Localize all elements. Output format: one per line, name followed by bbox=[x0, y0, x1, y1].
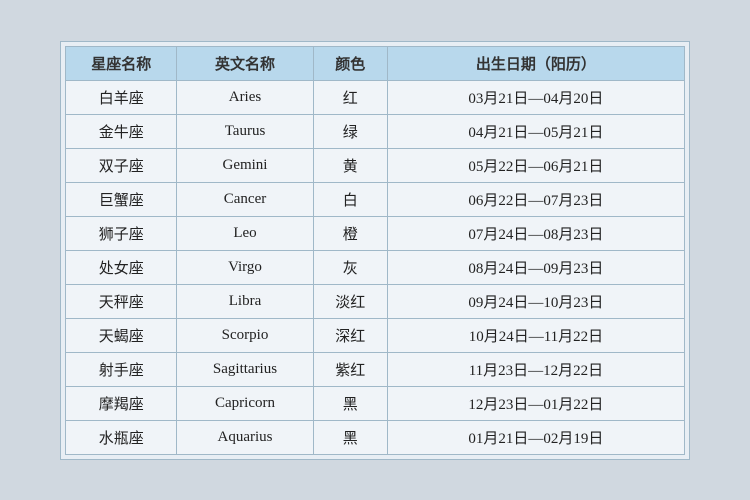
cell-zh-name: 巨蟹座 bbox=[66, 182, 177, 216]
cell-zh-name: 天蝎座 bbox=[66, 318, 177, 352]
table-row: 水瓶座Aquarius黑01月21日—02月19日 bbox=[66, 420, 685, 454]
table-row: 射手座Sagittarius紫红11月23日—12月22日 bbox=[66, 352, 685, 386]
table-row: 处女座Virgo灰08月24日—09月23日 bbox=[66, 250, 685, 284]
cell-date: 04月21日—05月21日 bbox=[387, 114, 684, 148]
cell-date: 10月24日—11月22日 bbox=[387, 318, 684, 352]
cell-date: 07月24日—08月23日 bbox=[387, 216, 684, 250]
cell-date: 06月22日—07月23日 bbox=[387, 182, 684, 216]
cell-en-name: Libra bbox=[177, 284, 313, 318]
cell-en-name: Gemini bbox=[177, 148, 313, 182]
header-en-name: 英文名称 bbox=[177, 46, 313, 80]
cell-color: 橙 bbox=[313, 216, 387, 250]
cell-zh-name: 金牛座 bbox=[66, 114, 177, 148]
header-zh-name: 星座名称 bbox=[66, 46, 177, 80]
table-header-row: 星座名称 英文名称 颜色 出生日期（阳历） bbox=[66, 46, 685, 80]
zodiac-table: 星座名称 英文名称 颜色 出生日期（阳历） 白羊座Aries红03月21日—04… bbox=[65, 46, 685, 455]
cell-zh-name: 处女座 bbox=[66, 250, 177, 284]
cell-date: 03月21日—04月20日 bbox=[387, 80, 684, 114]
header-date: 出生日期（阳历） bbox=[387, 46, 684, 80]
cell-zh-name: 天秤座 bbox=[66, 284, 177, 318]
cell-color: 绿 bbox=[313, 114, 387, 148]
cell-color: 白 bbox=[313, 182, 387, 216]
cell-color: 黄 bbox=[313, 148, 387, 182]
cell-en-name: Cancer bbox=[177, 182, 313, 216]
table-row: 狮子座Leo橙07月24日—08月23日 bbox=[66, 216, 685, 250]
cell-zh-name: 双子座 bbox=[66, 148, 177, 182]
table-row: 天秤座Libra淡红09月24日—10月23日 bbox=[66, 284, 685, 318]
cell-color: 紫红 bbox=[313, 352, 387, 386]
zodiac-table-container: 星座名称 英文名称 颜色 出生日期（阳历） 白羊座Aries红03月21日—04… bbox=[60, 41, 690, 460]
cell-zh-name: 射手座 bbox=[66, 352, 177, 386]
cell-zh-name: 摩羯座 bbox=[66, 386, 177, 420]
cell-date: 08月24日—09月23日 bbox=[387, 250, 684, 284]
cell-en-name: Aries bbox=[177, 80, 313, 114]
cell-color: 灰 bbox=[313, 250, 387, 284]
cell-color: 黑 bbox=[313, 386, 387, 420]
cell-zh-name: 水瓶座 bbox=[66, 420, 177, 454]
cell-en-name: Virgo bbox=[177, 250, 313, 284]
cell-en-name: Aquarius bbox=[177, 420, 313, 454]
cell-date: 05月22日—06月21日 bbox=[387, 148, 684, 182]
cell-en-name: Capricorn bbox=[177, 386, 313, 420]
table-row: 双子座Gemini黄05月22日—06月21日 bbox=[66, 148, 685, 182]
cell-date: 11月23日—12月22日 bbox=[387, 352, 684, 386]
cell-zh-name: 狮子座 bbox=[66, 216, 177, 250]
cell-color: 淡红 bbox=[313, 284, 387, 318]
cell-color: 黑 bbox=[313, 420, 387, 454]
cell-en-name: Leo bbox=[177, 216, 313, 250]
cell-color: 红 bbox=[313, 80, 387, 114]
table-row: 白羊座Aries红03月21日—04月20日 bbox=[66, 80, 685, 114]
cell-en-name: Taurus bbox=[177, 114, 313, 148]
table-row: 巨蟹座Cancer白06月22日—07月23日 bbox=[66, 182, 685, 216]
cell-en-name: Sagittarius bbox=[177, 352, 313, 386]
table-row: 天蝎座Scorpio深红10月24日—11月22日 bbox=[66, 318, 685, 352]
cell-date: 12月23日—01月22日 bbox=[387, 386, 684, 420]
cell-date: 01月21日—02月19日 bbox=[387, 420, 684, 454]
table-row: 摩羯座Capricorn黑12月23日—01月22日 bbox=[66, 386, 685, 420]
cell-date: 09月24日—10月23日 bbox=[387, 284, 684, 318]
table-row: 金牛座Taurus绿04月21日—05月21日 bbox=[66, 114, 685, 148]
cell-en-name: Scorpio bbox=[177, 318, 313, 352]
cell-zh-name: 白羊座 bbox=[66, 80, 177, 114]
header-color: 颜色 bbox=[313, 46, 387, 80]
cell-color: 深红 bbox=[313, 318, 387, 352]
